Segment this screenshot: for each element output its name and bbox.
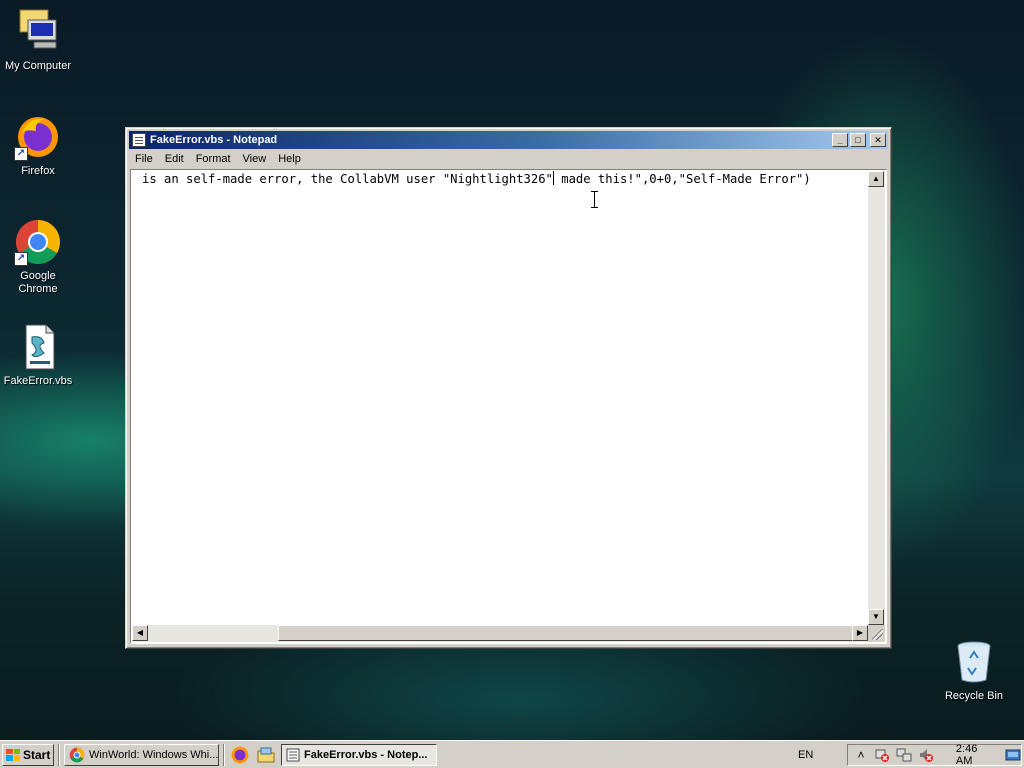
clock[interactable]: 2:46 AM [956,743,991,767]
shortcut-arrow-icon: ↗ [14,252,28,266]
title-bar[interactable]: FakeError.vbs - Notepad _ □ ✕ [129,131,888,149]
chrome-icon: ↗ [14,218,62,266]
notepad-icon [286,748,300,761]
taskbar-button-chrome[interactable]: WinWorld: Windows Whi... [64,743,219,766]
scroll-up-button[interactable]: ▲ [868,171,884,187]
menu-bar: File Edit Format View Help [129,150,888,168]
size-grip[interactable] [868,625,885,642]
scroll-down-button[interactable]: ▼ [868,609,884,625]
vertical-scrollbar[interactable]: ▲ ▼ [868,171,885,625]
menu-file[interactable]: File [129,153,159,165]
window-title: FakeError.vbs - Notepad [150,134,278,146]
desktop-icon-label: My Computer [4,60,72,72]
quick-launch-firefox[interactable] [229,744,251,766]
scroll-right-button[interactable]: ▶ [852,625,868,641]
minimize-button[interactable]: _ [832,133,848,147]
firefox-icon [231,746,249,763]
maximize-button[interactable]: □ [850,133,866,147]
text-editor[interactable]: is an self-made error, the CollabVM user… [130,169,887,644]
shortcut-arrow-icon: ↗ [14,147,28,161]
taskbar-button-notepad[interactable]: FakeError.vbs - Notep... [281,743,437,766]
desktop-icon-recycle-bin[interactable]: Recycle Bin [936,638,1012,703]
desktop-icon-fakeerror-vbs[interactable]: FakeError.vbs [0,323,76,388]
network-error-icon[interactable] [874,747,890,763]
ibeam-cursor-icon [591,191,598,208]
text-line: is an self-made error, the CollabVM user… [142,171,811,187]
notepad-window[interactable]: FakeError.vbs - Notepad _ □ ✕ File Edit … [125,127,892,649]
horizontal-scrollbar[interactable]: ◀ ▶ [132,625,868,642]
taskbar-button-label: FakeError.vbs - Notep... [304,748,428,761]
network-icon[interactable] [896,747,912,763]
desktop-icon-chrome[interactable]: ↗ Google Chrome [0,218,76,296]
show-hidden-icon[interactable]: ˄ [854,747,868,763]
close-button[interactable]: ✕ [870,133,886,147]
desktop-icon-firefox[interactable]: ↗ Firefox [0,113,76,178]
taskbar-separator [58,743,60,766]
menu-view[interactable]: View [237,153,273,165]
taskbar-separator [223,743,225,766]
scroll-left-button[interactable]: ◀ [132,625,148,641]
taskbar: Start WinWorld: Windows Whi... FakeError… [0,740,1024,768]
desktop-icon-label: Google Chrome [18,270,58,295]
menu-help[interactable]: Help [272,153,307,165]
desktop-icon-my-computer[interactable]: My Computer [0,8,76,73]
windows-logo-icon [6,748,20,761]
quick-launch-file-manager[interactable] [255,744,277,766]
menu-edit[interactable]: Edit [159,153,190,165]
desktop-icon-label: Firefox [21,165,55,177]
taskbar-button-label: WinWorld: Windows Whi... [89,748,219,761]
horizontal-scroll-thumb[interactable] [278,625,858,641]
show-desktop-icon[interactable] [1005,747,1021,763]
start-label: Start [23,747,51,762]
vbs-script-icon [14,323,62,371]
notepad-icon [132,133,146,147]
language-indicator[interactable]: EN [798,749,813,761]
text-area[interactable]: is an self-made error, the CollabVM user… [132,171,868,625]
my-computer-icon [14,8,62,56]
desktop-icon-label: Recycle Bin [944,690,1004,702]
menu-format[interactable]: Format [190,153,237,165]
volume-muted-icon[interactable] [918,747,934,763]
desktop-icon-label: FakeError.vbs [3,375,73,387]
firefox-icon: ↗ [14,113,62,161]
start-button[interactable]: Start [2,743,54,766]
chrome-icon [69,747,85,762]
text-before-caret: is an self-made error, the CollabVM user… [142,172,553,186]
system-tray: EN ˄ 2:46 AM [798,743,1022,767]
recycle-bin-icon [950,638,998,686]
file-manager-icon [257,747,275,762]
text-after-caret: made this!",0+0,"Self-Made Error") [553,172,811,186]
